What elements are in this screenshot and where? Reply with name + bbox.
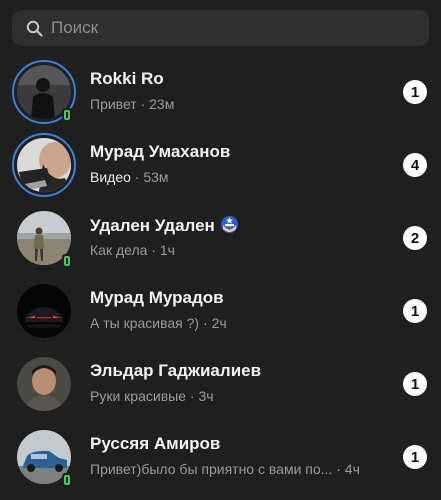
separator: · <box>199 315 212 331</box>
search-input[interactable] <box>51 18 411 38</box>
avatar-photo <box>17 357 71 411</box>
message-text: Как дела <box>90 242 148 258</box>
chat-preview: Как дела · 1ч <box>90 242 175 258</box>
chat-name: Удален Удален <box>90 215 239 239</box>
search-icon <box>26 20 43 37</box>
chat-preview: Привет · 23м <box>90 96 174 112</box>
avatar-photo <box>17 138 71 192</box>
message-time: 23м <box>149 96 175 112</box>
message-time: 4ч <box>344 461 360 477</box>
unread-badge: 2 <box>403 226 427 250</box>
chat-row-udalen[interactable]: Удален Удален Как дела · 1ч 2 <box>0 201 441 274</box>
chat-preview: Руки красивые · 3ч <box>90 388 214 404</box>
avatar[interactable] <box>12 133 76 197</box>
separator: · <box>136 96 150 112</box>
online-indicator <box>62 108 72 122</box>
separator: · <box>147 242 160 258</box>
avatar[interactable] <box>12 206 76 270</box>
message-text: Руки красивые <box>90 388 186 404</box>
separator: · <box>130 169 144 185</box>
chat-list: Rokki Ro Привет · 23м 1 Мурад Умаханов В… <box>0 55 441 493</box>
message-time: 2ч <box>211 315 227 331</box>
chat-preview: Видео · 53м <box>90 169 169 185</box>
separator: · <box>332 461 345 477</box>
unread-badge: 1 <box>403 80 427 104</box>
unread-badge: 1 <box>403 445 427 469</box>
chat-name: Мурад Мурадов <box>90 288 224 307</box>
avatar[interactable] <box>12 60 76 124</box>
chat-name: Эльдар Гаджиалиев <box>90 361 262 380</box>
chat-row-murad-muradov[interactable]: Мурад Мурадов А ты красивая ?) · 2ч 1 <box>0 274 441 347</box>
online-indicator <box>62 254 72 268</box>
avatar-photo <box>17 284 71 338</box>
chat-name: Мурад Умаханов <box>90 142 231 161</box>
unread-badge: 1 <box>403 372 427 396</box>
message-time: 1ч <box>159 242 175 258</box>
avatar[interactable] <box>12 352 76 416</box>
chat-name-text: Удален Удален <box>90 216 215 235</box>
chat-row-murad-umakhanov[interactable]: Мурад Умаханов Видео · 53м 4 <box>0 128 441 201</box>
unread-badge: 1 <box>403 299 427 323</box>
unread-badge: 4 <box>403 153 427 177</box>
chat-row-rokki-ro[interactable]: Rokki Ro Привет · 23м 1 <box>0 55 441 128</box>
avatar[interactable] <box>12 279 76 343</box>
message-time: 3ч <box>198 388 214 404</box>
message-text: Привет <box>90 96 137 112</box>
message-text: Видео <box>90 169 131 185</box>
chat-row-russyaya-amirov[interactable]: Руссяя Амиров Привет)было бы приятно с в… <box>0 420 441 493</box>
chat-preview: Привет)было бы приятно с вами по... · 4ч <box>90 461 360 477</box>
separator: · <box>185 388 199 404</box>
search-bar[interactable] <box>12 10 429 46</box>
message-text: Привет)было бы приятно с вами по... <box>90 461 333 477</box>
avatar[interactable] <box>12 425 76 489</box>
chat-name: Rokki Ro <box>90 69 164 88</box>
chat-name: Руссяя Амиров <box>90 434 221 453</box>
captain-america-icon <box>220 215 239 239</box>
chat-row-eldar-gadzhialiev[interactable]: Эльдар Гаджиалиев Руки красивые · 3ч 1 <box>0 347 441 420</box>
message-text: А ты красивая ?) <box>90 315 200 331</box>
online-indicator <box>62 473 72 487</box>
message-time: 53м <box>143 169 169 185</box>
chat-preview: А ты красивая ?) · 2ч <box>90 315 227 331</box>
